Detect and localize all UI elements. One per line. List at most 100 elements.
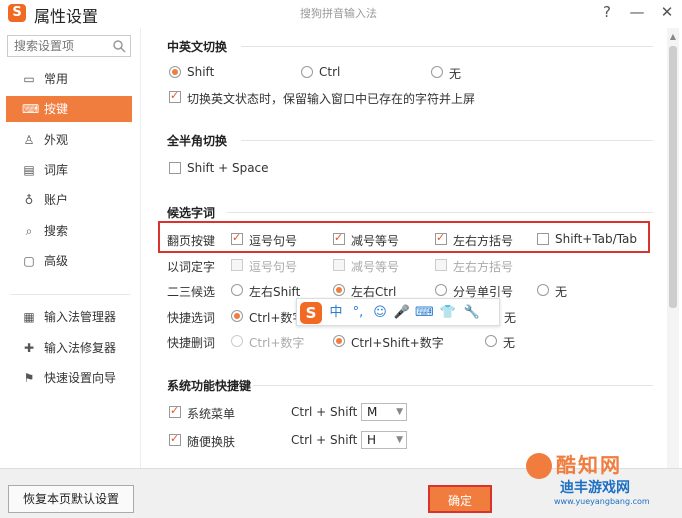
section-title-system: 系统功能快捷键 xyxy=(167,379,252,393)
radio-cn-en-ctrl[interactable] xyxy=(301,66,313,78)
section-title-cn-en: 中英文切换 xyxy=(167,40,228,54)
chevron-down-icon: ▼ xyxy=(396,435,403,445)
checkbox-keep-input[interactable] xyxy=(169,89,181,103)
system-menu-key-select[interactable]: M ▼ xyxy=(361,403,407,421)
scroll-thumb[interactable] xyxy=(669,46,677,308)
watermark-brand: 酷知网 xyxy=(556,453,622,477)
footer-bar: 恢复本页默认设置 确定 酷知网 迪丰游戏网 www.yueyangbang.co… xyxy=(0,453,682,518)
shift-space-label: Shift + Space xyxy=(187,161,269,175)
checkbox-system-menu[interactable] xyxy=(169,404,181,418)
option-label: 无 xyxy=(555,285,568,299)
radio-cn-en-shift[interactable] xyxy=(169,66,181,78)
skin-shirt-icon[interactable]: 👕 xyxy=(439,303,457,323)
sidebar-item-account[interactable]: ♁ 账户 xyxy=(6,187,132,213)
radio-23-ctrl[interactable] xyxy=(333,284,345,296)
checkbox-wordfix-brackets[interactable] xyxy=(435,259,447,271)
watermark-logo-icon xyxy=(526,453,552,479)
minimize-button[interactable]: — xyxy=(626,2,648,22)
punctuation-icon[interactable]: °, xyxy=(349,303,367,323)
option-label: 逗号句号 xyxy=(249,260,298,274)
window-title: 属性设置 xyxy=(34,7,99,26)
repair-icon: ✚ xyxy=(23,341,35,355)
app-name: 搜狗拼音输入法 xyxy=(300,7,377,20)
sidebar-item-label: 快速设置向导 xyxy=(44,371,117,385)
checkbox-wordfix-comma-period[interactable] xyxy=(231,259,243,271)
sidebar-item-label: 常用 xyxy=(44,72,69,86)
radio-quick-delete-ctrl-shift[interactable] xyxy=(333,335,345,347)
settings-search-input[interactable] xyxy=(8,36,108,56)
section-divider xyxy=(227,212,653,213)
sidebar: ▭ 常用 ⌨ 按键 ♙ 外观 ▤ 词库 ♁ 账户 ⌕ 搜索 ▢ 高级 ▦ 输入法… xyxy=(0,28,140,468)
random-skin-label: 随便换肤 xyxy=(187,435,236,449)
option-label: Shift xyxy=(187,65,215,79)
monitor-icon: ▭ xyxy=(23,72,35,86)
sidebar-item-advanced[interactable]: ▢ 高级 xyxy=(6,248,132,274)
option-label: Ctrl+数字 xyxy=(249,336,305,350)
scroll-up-icon[interactable]: ▲ xyxy=(667,32,679,42)
sidebar-item-keys[interactable]: ⌨ 按键 xyxy=(6,96,132,122)
sidebar-item-label: 输入法管理器 xyxy=(44,310,117,324)
watermark: 酷知网 迪丰游戏网 www.yueyangbang.com xyxy=(520,447,680,517)
search-icon: ⌕ xyxy=(25,224,33,238)
microphone-icon[interactable]: 🎤 xyxy=(393,303,411,323)
select-value: M xyxy=(367,405,378,419)
second-third-label: 二三候选 xyxy=(167,285,216,299)
ok-button[interactable]: 确定 xyxy=(428,485,492,513)
sidebar-item-search[interactable]: ⌕ 搜索 xyxy=(6,218,132,244)
checkbox-shift-space[interactable] xyxy=(169,162,181,174)
advanced-icon: ▢ xyxy=(23,254,35,268)
radio-cn-en-none[interactable] xyxy=(431,66,443,78)
emoji-icon[interactable]: ☺ xyxy=(371,303,389,323)
sidebar-item-label: 高级 xyxy=(44,254,69,268)
section-divider xyxy=(241,140,653,141)
help-button[interactable]: ? xyxy=(596,2,618,22)
radio-quick-delete-ctrl[interactable] xyxy=(231,335,243,347)
option-label: 左右方括号 xyxy=(453,260,514,274)
radio-23-shift[interactable] xyxy=(231,284,243,296)
word-fix-label: 以词定字 xyxy=(167,260,216,274)
ime-status-toolbar[interactable]: S 中 °, ☺ 🎤 ⌨ 👕 🔧 xyxy=(296,298,500,326)
radio-23-none[interactable] xyxy=(537,284,549,296)
random-skin-key-select[interactable]: H ▼ xyxy=(361,431,407,449)
keep-input-label: 切换英文状态时，保留输入窗口中已存在的字符并上屏 xyxy=(187,92,476,106)
keyboard-icon[interactable]: ⌨ xyxy=(415,303,434,323)
sidebar-item-label: 词库 xyxy=(44,163,69,177)
sidebar-item-label: 账户 xyxy=(44,193,69,207)
option-label: Ctrl xyxy=(319,65,341,79)
close-button[interactable]: ✕ xyxy=(656,2,678,22)
random-skin-combo: Ctrl + Shift + xyxy=(291,433,372,447)
section-title-candidates: 候选字词 xyxy=(167,206,216,220)
radio-quick-select-ctrl[interactable] xyxy=(231,310,243,322)
sidebar-tool-wizard[interactable]: ⚑ 快速设置向导 xyxy=(6,365,132,391)
sogou-logo-icon[interactable]: S xyxy=(300,302,322,324)
settings-search-box[interactable] xyxy=(7,35,131,57)
chinese-mode-icon[interactable]: 中 xyxy=(327,303,345,323)
tools-wrench-icon[interactable]: 🔧 xyxy=(463,303,481,323)
checkbox-wordfix-minus-equal[interactable] xyxy=(333,259,345,271)
sidebar-item-appearance[interactable]: ♙ 外观 xyxy=(6,127,132,153)
sogou-logo-icon: S xyxy=(8,4,26,22)
radio-quick-delete-none[interactable] xyxy=(485,335,497,347)
settings-scrollbar[interactable]: ▲ xyxy=(667,28,679,468)
sidebar-tool-manager[interactable]: ▦ 输入法管理器 xyxy=(6,304,132,330)
checkbox-random-skin[interactable] xyxy=(169,432,181,446)
sidebar-item-label: 外观 xyxy=(44,133,69,147)
manager-icon: ▦ xyxy=(23,310,35,324)
sidebar-item-label: 搜索 xyxy=(44,224,69,238)
title-bar: S 属性设置 搜狗拼音输入法 ? — ✕ xyxy=(0,0,682,26)
chevron-down-icon: ▼ xyxy=(396,407,403,417)
sidebar-item-common[interactable]: ▭ 常用 xyxy=(6,66,132,92)
search-icon[interactable] xyxy=(112,39,126,53)
watermark-url: www.yueyangbang.com xyxy=(554,497,650,506)
option-label: 无 xyxy=(503,336,516,350)
system-menu-combo: Ctrl + Shift + xyxy=(291,405,372,419)
sidebar-tool-repair[interactable]: ✚ 输入法修复器 xyxy=(6,335,132,361)
sidebar-divider xyxy=(10,294,130,295)
sidebar-item-dictionary[interactable]: ▤ 词库 xyxy=(6,157,132,183)
watermark-brand-secondary: 迪丰游戏网 xyxy=(560,480,630,496)
select-value: H xyxy=(367,433,377,447)
quick-delete-label: 快捷删词 xyxy=(167,336,216,350)
reset-defaults-button[interactable]: 恢复本页默认设置 xyxy=(8,485,134,513)
user-icon: ♁ xyxy=(24,193,34,207)
radio-23-semicolon[interactable] xyxy=(435,284,447,296)
